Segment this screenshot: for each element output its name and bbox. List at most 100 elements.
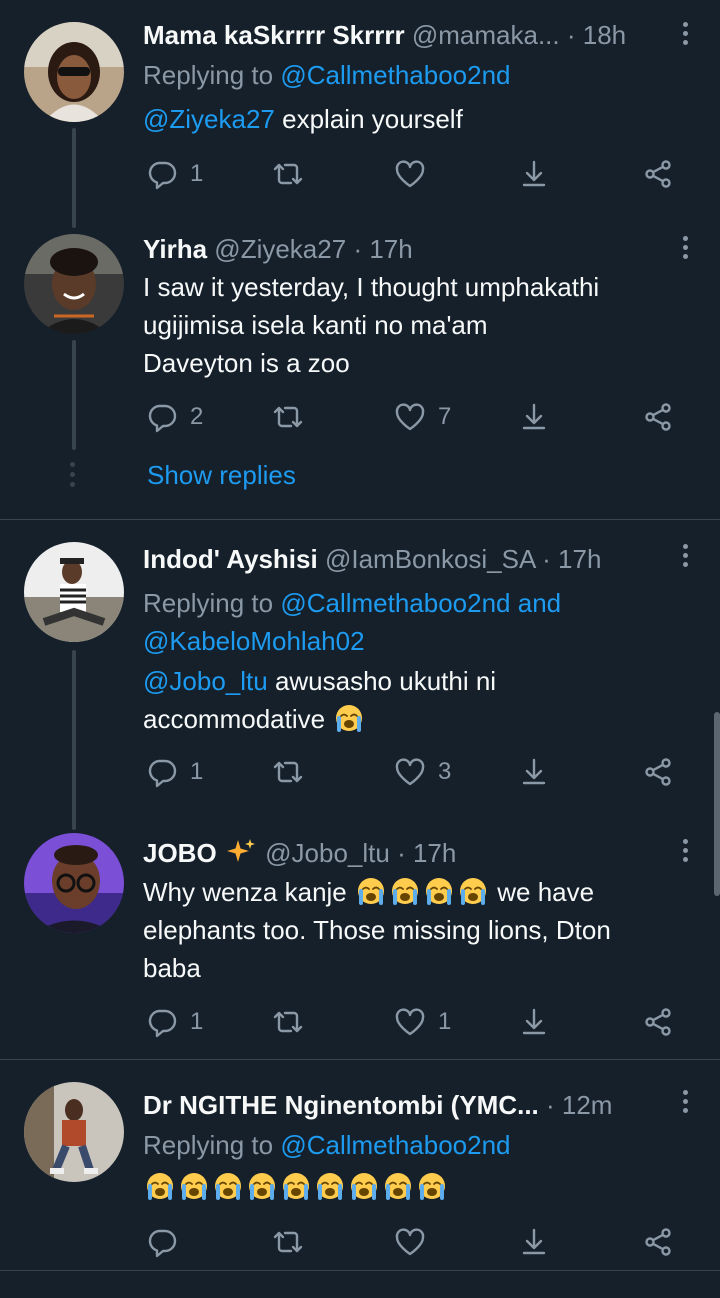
action-bar: 1 3 xyxy=(146,755,676,789)
share-button[interactable] xyxy=(642,1005,674,1039)
loudly-crying-face-emoji xyxy=(356,876,386,906)
retweet-button[interactable] xyxy=(272,1225,304,1259)
mention-link[interactable]: @KabeloMohlah02 xyxy=(143,626,365,656)
mention-link[interactable]: @Callmethaboo2nd xyxy=(280,1130,510,1160)
mention-link[interactable]: @Jobo_ltu xyxy=(143,666,268,696)
timestamp[interactable]: · 17h xyxy=(397,838,456,868)
bookmark-button[interactable] xyxy=(518,755,550,789)
reply-button[interactable]: 1 xyxy=(146,755,203,789)
like-button[interactable] xyxy=(394,1225,426,1259)
like-icon xyxy=(394,401,426,433)
more-icon[interactable] xyxy=(680,544,690,570)
loudly-crying-face-emoji xyxy=(417,1171,447,1201)
tweet[interactable]: Mama kaSkrrrr Skrrrr @mamaka... · 18h Re… xyxy=(0,0,720,230)
share-button[interactable] xyxy=(642,1225,674,1259)
share-button[interactable] xyxy=(642,157,674,191)
loudly-crying-face-emoji xyxy=(213,1171,243,1201)
like-icon xyxy=(394,756,426,788)
avatar[interactable] xyxy=(24,542,124,642)
scrollbar[interactable] xyxy=(714,712,720,896)
tweet-text xyxy=(143,1168,688,1206)
more-icon[interactable] xyxy=(680,839,690,865)
avatar[interactable] xyxy=(24,22,124,122)
show-replies-link[interactable]: Show replies xyxy=(147,460,296,491)
like-icon xyxy=(394,1226,426,1258)
share-button[interactable] xyxy=(642,755,674,789)
mention-link[interactable]: @Callmethaboo2nd and xyxy=(280,588,561,618)
replying-label: Replying to xyxy=(143,1130,274,1160)
reply-button[interactable]: 1 xyxy=(146,1005,203,1039)
action-bar: 1 xyxy=(146,157,676,191)
retweet-button[interactable] xyxy=(272,157,304,191)
divider xyxy=(0,1270,720,1271)
share-button[interactable] xyxy=(642,400,674,434)
retweet-icon xyxy=(272,401,304,433)
reply-button[interactable] xyxy=(146,1225,178,1259)
bookmark-icon xyxy=(518,158,550,190)
more-icon[interactable] xyxy=(680,1090,690,1116)
tweet-text: @Jobo_ltu awusasho ukuthi ni accommodati… xyxy=(143,666,497,734)
timestamp[interactable]: · 18h xyxy=(567,20,626,50)
bookmark-icon xyxy=(518,1226,550,1258)
action-bar xyxy=(146,1225,676,1259)
bookmark-button[interactable] xyxy=(518,157,550,191)
share-icon xyxy=(642,756,674,788)
display-name[interactable]: Dr NGITHE Nginentombi (YMC... xyxy=(143,1090,539,1120)
avatar[interactable] xyxy=(24,1082,124,1182)
loudly-crying-face-emoji xyxy=(390,876,420,906)
handle[interactable]: @Jobo_ltu xyxy=(265,838,390,868)
like-button[interactable]: 1 xyxy=(394,1005,451,1039)
display-name[interactable]: JOBO xyxy=(143,838,217,868)
tweet-text: Why wenza kanje we have elephants too. T… xyxy=(143,876,611,983)
timestamp[interactable]: · 12m xyxy=(546,1090,612,1120)
bookmark-button[interactable] xyxy=(518,400,550,434)
tweet[interactable]: Indod' Ayshisi @IamBonkosi_SA · 17h Repl… xyxy=(0,520,720,815)
retweet-button[interactable] xyxy=(272,400,304,434)
reply-icon xyxy=(146,158,178,190)
like-button[interactable]: 3 xyxy=(394,755,451,789)
display-name[interactable]: Mama kaSkrrrr Skrrrr xyxy=(143,20,405,50)
timestamp[interactable]: · 17h xyxy=(353,234,412,264)
more-icon[interactable] xyxy=(680,22,690,48)
display-name[interactable]: Indod' Ayshisi xyxy=(143,544,318,574)
mention-link[interactable]: @Ziyeka27 xyxy=(143,104,275,134)
tweet-text: I saw it yesterday, I thought umphakathi… xyxy=(143,272,600,378)
reply-icon xyxy=(146,1226,178,1258)
action-bar: 1 1 xyxy=(146,1005,676,1039)
retweet-icon xyxy=(272,756,304,788)
like-button[interactable]: 7 xyxy=(394,400,451,434)
handle[interactable]: @mamaka... xyxy=(412,20,560,50)
timestamp[interactable]: · 17h xyxy=(542,544,601,574)
action-bar: 2 7 xyxy=(146,400,676,434)
share-icon xyxy=(642,158,674,190)
bookmark-button[interactable] xyxy=(518,1225,550,1259)
share-icon xyxy=(642,1006,674,1038)
reply-button[interactable]: 2 xyxy=(146,400,203,434)
mention-link[interactable]: @Callmethaboo2nd xyxy=(280,60,510,90)
bookmark-button[interactable] xyxy=(518,1005,550,1039)
like-icon xyxy=(394,1006,426,1038)
tweet[interactable]: Dr NGITHE Nginentombi (YMC... · 12m Repl… xyxy=(0,1060,720,1270)
loudly-crying-face-emoji xyxy=(424,876,454,906)
avatar[interactable] xyxy=(24,833,124,933)
tweet[interactable]: JOBO @Jobo_ltu · 17h Why wenza kanje we … xyxy=(0,815,720,1059)
reply-icon xyxy=(146,1006,178,1038)
display-name[interactable]: Yirha xyxy=(143,234,207,264)
retweet-icon xyxy=(272,1006,304,1038)
share-icon xyxy=(642,401,674,433)
bookmark-icon xyxy=(518,1006,550,1038)
reply-button[interactable]: 1 xyxy=(146,157,203,191)
handle[interactable]: @IamBonkosi_SA xyxy=(325,544,535,574)
like-button[interactable] xyxy=(394,157,426,191)
handle[interactable]: @Ziyeka27 xyxy=(214,234,346,264)
loudly-crying-face-emoji xyxy=(383,1171,413,1201)
bookmark-icon xyxy=(518,401,550,433)
loudly-crying-face-emoji xyxy=(247,1171,277,1201)
retweet-icon xyxy=(272,1226,304,1258)
avatar[interactable] xyxy=(24,234,124,334)
loudly-crying-face-emoji xyxy=(281,1171,311,1201)
retweet-button[interactable] xyxy=(272,755,304,789)
tweet[interactable]: Yirha @Ziyeka27 · 17h I saw it yesterday… xyxy=(0,230,720,520)
more-icon[interactable] xyxy=(680,236,690,262)
retweet-button[interactable] xyxy=(272,1005,304,1039)
